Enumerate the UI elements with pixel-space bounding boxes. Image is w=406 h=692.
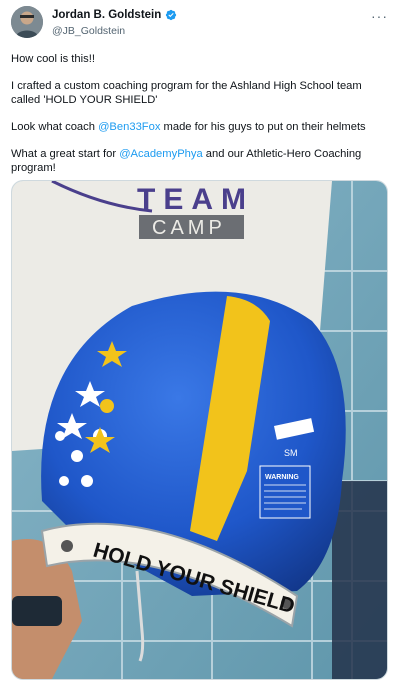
more-options-icon[interactable]: ··· xyxy=(371,8,388,24)
tweet-line-3-text-b: made for his guys to put on their helmet… xyxy=(160,121,366,133)
verified-badge-icon xyxy=(166,9,177,21)
tweet-photo[interactable]: TEAM CAMP SM WARNING HOLD YOUR SHIELD xyxy=(11,180,388,680)
banner-text-camp: CAMP xyxy=(152,217,226,239)
tweet-line-2: I crafted a custom coaching program for … xyxy=(11,80,362,106)
mention-link-academyphya[interactable]: @AcademyPhya xyxy=(119,148,203,160)
user-avatar-icon[interactable] xyxy=(11,6,43,38)
author-handle[interactable]: @JB_Goldstein xyxy=(52,25,125,37)
tweet-line-1: How cool is this!! xyxy=(11,53,95,65)
helmet-photo-illustration: TEAM CAMP SM WARNING HOLD YOUR SHIELD xyxy=(12,181,387,679)
tweet-line-3-text-a: Look what coach xyxy=(11,121,99,133)
tweet-line-4: What a great start for @AcademyPhya and … xyxy=(11,147,391,175)
tweet-line-3: Look what coach @Ben33Fox made for his g… xyxy=(11,120,391,134)
tweet-line-4-text-a: What a great start for xyxy=(11,148,120,160)
author-name-row: Jordan B. Goldstein xyxy=(52,9,177,21)
helmet-warning-label: WARNING xyxy=(265,474,299,481)
tweet-header: Jordan B. Goldstein @JB_Goldstein ··· xyxy=(0,0,406,44)
author-display-name[interactable]: Jordan B. Goldstein xyxy=(52,9,161,21)
tweet-text: How cool is this!! I crafted a custom co… xyxy=(11,52,391,188)
helmet-size-label: SM xyxy=(284,448,298,458)
mention-link-ben33fox[interactable]: @Ben33Fox xyxy=(98,121,160,133)
banner-text-team: TEAM xyxy=(137,183,254,216)
